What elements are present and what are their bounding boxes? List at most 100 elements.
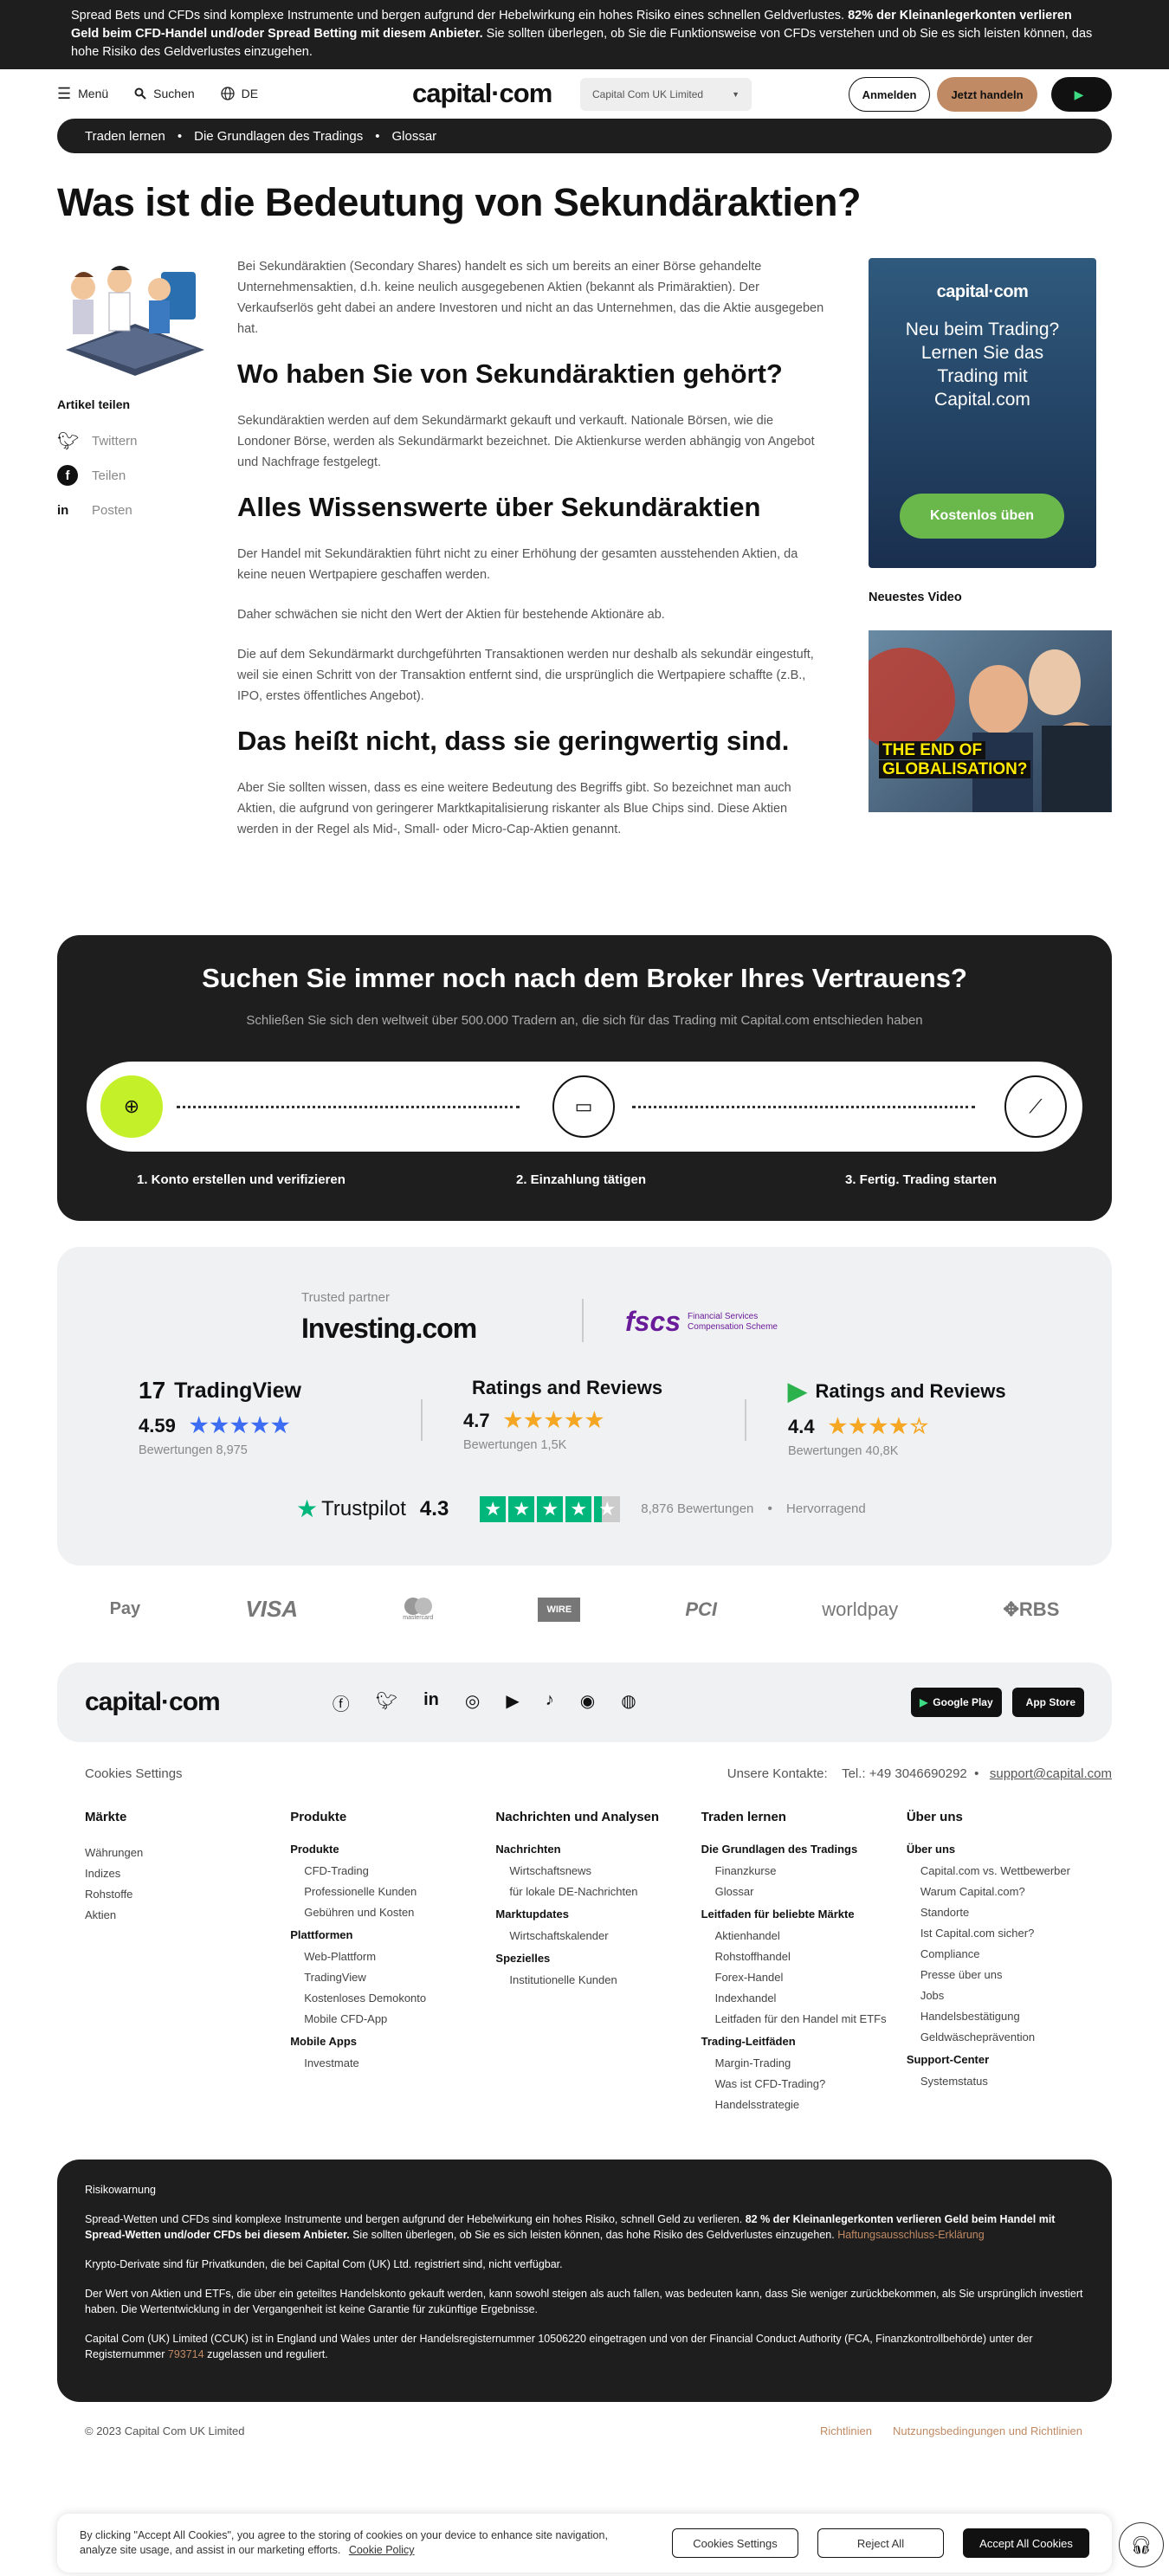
footer-link[interactable]: Mobile CFD-App [290, 2009, 495, 2030]
reject-all-button[interactable]: Reject All [817, 2528, 944, 2558]
footer-link[interactable]: Compliance [907, 1944, 1112, 1965]
facebook-icon[interactable]: ⓕ [333, 1690, 350, 1715]
add-user-icon[interactable]: ⊕ [100, 1075, 163, 1138]
footer-link[interactable]: Jobs [907, 1985, 1112, 2006]
linkedin-icon[interactable]: in [423, 1690, 439, 1715]
share-linkedin[interactable]: in Posten [57, 493, 213, 527]
footer-link[interactable]: Ist Capital.com sicher? [907, 1923, 1112, 1944]
logo[interactable]: capital·com [412, 78, 552, 109]
footer-link[interactable]: Wirtschaftskalender [495, 1926, 701, 1947]
footer-link[interactable]: Kostenloses Demokonto [290, 1988, 495, 2009]
footer-link[interactable]: Aktien [85, 1905, 290, 1926]
footer-group-title[interactable]: Spezielles [495, 1952, 701, 1965]
steps-bar: ⊕ ▭ ⟋ [87, 1062, 1082, 1152]
footer-link[interactable]: Institutionelle Kunden [495, 1970, 701, 1991]
footer-group-title[interactable]: Leitfaden für beliebte Märkte [701, 1908, 907, 1921]
reddit-icon[interactable]: ◉ [580, 1690, 595, 1715]
footer-link[interactable]: Capital.com vs. Wettbewerber [907, 1861, 1112, 1882]
cookies-settings-link[interactable]: Cookies Settings [85, 1766, 183, 1781]
footer-group-title[interactable]: Trading-Leitfäden [701, 2035, 907, 2048]
footer-link[interactable]: Geldwäscheprävention [907, 2027, 1112, 2048]
phone-link[interactable]: Tel.: +49 3046690292 [842, 1766, 967, 1781]
accept-all-button[interactable]: Accept All Cookies [963, 2528, 1089, 2558]
google-play-badge[interactable]: ▶ Google Play [911, 1688, 1002, 1717]
footer-link[interactable]: Margin-Trading [701, 2053, 907, 2074]
chat-button[interactable]: 🎧︎ [1119, 2522, 1164, 2567]
footer-logo[interactable]: capital·com [85, 1688, 221, 1717]
register-number-link[interactable]: 793714 [168, 2348, 204, 2360]
disclaimer-link[interactable]: Haftungsausschluss-Erklärung [837, 2229, 985, 2241]
footer-link[interactable]: Indizes [85, 1863, 290, 1884]
footer-link[interactable]: Warum Capital.com? [907, 1882, 1112, 1902]
trade-now-button[interactable]: Jetzt handeln [937, 77, 1037, 112]
rating-name: ▶ Ratings and Reviews [788, 1377, 1013, 1405]
footer-link[interactable]: für lokale DE-Nachrichten [495, 1882, 701, 1902]
footer-link[interactable]: Aktienhandel [701, 1926, 907, 1947]
rating-value: 4.4 [788, 1415, 815, 1437]
breadcrumb: Traden lernen • Die Grundlagen des Tradi… [57, 119, 1112, 153]
footer-group-title[interactable]: Die Grundlagen des Tradings [701, 1843, 907, 1856]
twitter-icon[interactable]: 🐦︎ [376, 1690, 397, 1715]
chart-icon[interactable]: ⟋ [1004, 1075, 1067, 1138]
footer-link[interactable]: Rohstoffe [85, 1884, 290, 1905]
footer-link[interactable]: Forex-Handel [701, 1967, 907, 1988]
email-link[interactable]: support@capital.com [990, 1766, 1112, 1781]
breadcrumb-item[interactable]: Traden lernen [85, 129, 165, 144]
footer-group-title[interactable]: Plattformen [290, 1928, 495, 1941]
video-thumbnail[interactable]: THE END OF GLOBALISATION? [869, 630, 1112, 812]
footer-group-title[interactable]: Mobile Apps [290, 2035, 495, 2048]
app-download-button[interactable]: ▶ [1051, 77, 1112, 112]
footer-group-title[interactable]: Marktupdates [495, 1908, 701, 1921]
footer-link[interactable]: Presse über uns [907, 1965, 1112, 1985]
footer-link[interactable]: Wirtschaftsnews [495, 1861, 701, 1882]
instagram-icon[interactable]: ◎ [465, 1690, 480, 1715]
language-selector[interactable]: DE [221, 87, 258, 100]
rss-icon[interactable]: ◍ [621, 1690, 636, 1715]
share-twitter[interactable]: 🐦︎ Twittern [57, 423, 213, 458]
menu-button[interactable]: ☰ Menü [57, 85, 108, 103]
footer-link[interactable]: Rohstoffhandel [701, 1947, 907, 1967]
footer-link[interactable]: TradingView [290, 1967, 495, 1988]
footer-group-title[interactable]: Support-Center [907, 2053, 1112, 2066]
footer-link[interactable]: Gebühren und Kosten [290, 1902, 495, 1923]
footer-meta: Cookies Settings Unsere Kontakte: Tel.: … [85, 1766, 1112, 1781]
divider [582, 1299, 584, 1342]
app-store-badge[interactable]: App Store [1011, 1688, 1084, 1717]
footer-link[interactable]: Standorte [907, 1902, 1112, 1923]
policies-link[interactable]: Richtlinien [820, 2424, 872, 2437]
entity-selector[interactable]: Capital Com UK Limited ▼ [580, 78, 752, 111]
footer-link[interactable]: Indexhandel [701, 1988, 907, 2009]
footer-group-title[interactable]: Über uns [907, 1843, 1112, 1856]
breadcrumb-item[interactable]: Die Grundlagen des Tradings [194, 129, 363, 144]
footer-group-title[interactable]: Produkte [290, 1843, 495, 1856]
youtube-icon[interactable]: ▶ [506, 1690, 519, 1715]
search-button[interactable]: Suchen [134, 87, 195, 100]
linkedin-icon: in [57, 502, 69, 518]
footer-link[interactable]: Investmate [290, 2053, 495, 2074]
footer-link[interactable]: Systemstatus [907, 2071, 1112, 2092]
footer-link[interactable]: Web-Plattform [290, 1947, 495, 1967]
practice-free-button[interactable]: Kostenlos üben [900, 494, 1064, 539]
footer-link[interactable]: Finanzkurse [701, 1861, 907, 1882]
footer-link[interactable]: Währungen [85, 1843, 290, 1863]
footer-link[interactable]: Glossar [701, 1882, 907, 1902]
footer-link[interactable]: Leitfaden für den Handel mit ETFs [701, 2009, 907, 2030]
article-intro: Bei Sekundäraktien (Secondary Shares) ha… [237, 260, 824, 336]
cookie-policy-link[interactable]: Cookie Policy [349, 2544, 415, 2556]
card-icon[interactable]: ▭ [552, 1075, 615, 1138]
footer-column: Märkte Währungen Indizes Rohstoffe Aktien [85, 1808, 290, 2115]
terms-link[interactable]: Nutzungsbedingungen und Richtlinien [893, 2424, 1082, 2437]
share-facebook[interactable]: f Teilen [57, 458, 213, 493]
footer-link[interactable]: CFD-Trading [290, 1861, 495, 1882]
cookie-settings-button[interactable]: Cookies Settings [672, 2528, 798, 2558]
tiktok-icon[interactable]: ♪ [546, 1690, 554, 1715]
search-label: Suchen [153, 87, 195, 100]
breadcrumb-separator: • [177, 128, 183, 144]
footer-link[interactable]: Professionelle Kunden [290, 1882, 495, 1902]
footer-link[interactable]: Handelsstrategie [701, 2095, 907, 2115]
breadcrumb-item[interactable]: Glossar [392, 129, 437, 144]
footer-link[interactable]: Handelsbestätigung [907, 2006, 1112, 2027]
footer-group-title[interactable]: Nachrichten [495, 1843, 701, 1856]
footer-link[interactable]: Was ist CFD-Trading? [701, 2074, 907, 2095]
login-button[interactable]: Anmelden [849, 77, 930, 112]
